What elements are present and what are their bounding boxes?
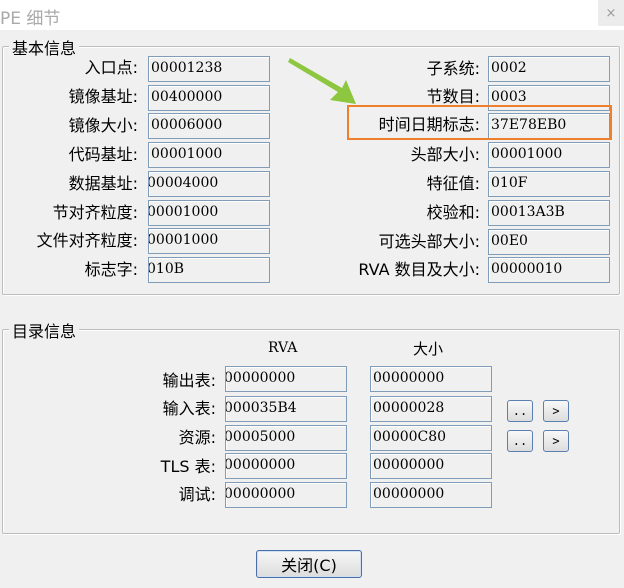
title-bar: PE 细节 × [0,0,624,30]
rva-count-label: RVA 数目及大小: [358,260,480,279]
debug-size-field[interactable]: 00000000 [370,482,492,508]
subsystem-field[interactable]: 0002 [488,56,610,82]
export-rva-field[interactable]: 00000000 [225,366,347,392]
code-base-label: 代码基址: [68,145,138,164]
resource-more-button[interactable]: .. [507,430,533,452]
data-base-label: 数据基址: [68,174,138,193]
pe-details-window: PE 细节 × 基本信息 入口点: 00001238 镜像基址: 0040000… [0,0,624,588]
image-base-field[interactable]: 00400000 [148,85,270,111]
directory-info-legend: 目录信息 [9,318,80,342]
export-size-field[interactable]: 00000000 [370,366,492,392]
file-alignment-field[interactable]: 00001000 [148,228,270,254]
import-table-label: 输入表: [162,399,216,418]
tls-rva-field[interactable]: 00000000 [225,453,347,479]
import-more-button[interactable]: .. [507,400,533,422]
arrow-shape [288,58,356,104]
resource-go-button[interactable]: > [543,430,569,452]
image-base-label: 镜像基址: [68,87,138,106]
export-table-label: 输出表: [162,371,216,390]
resource-rva-field[interactable]: 00005000 [225,425,347,451]
rva-count-field[interactable]: 00000010 [488,257,610,283]
checksum-field[interactable]: 00013A3B [488,200,610,226]
subsystem-label: 子系统: [426,59,480,78]
annotation-arrow [288,58,356,104]
magic-label: 标志字: [84,260,138,279]
tls-table-label: TLS 表: [160,457,216,476]
optional-header-size-field[interactable]: 00E0 [488,229,610,255]
section-alignment-label: 节对齐粒度: [52,203,138,222]
characteristics-field[interactable]: 010F [488,171,610,197]
image-size-label: 镜像大小: [68,116,138,135]
import-go-button[interactable]: > [543,400,569,422]
code-base-field[interactable]: 00001000 [148,142,270,168]
size-column-header: 大小 [413,340,444,358]
close-button[interactable]: 关闭(C) [256,550,362,578]
debug-rva-field[interactable]: 00000000 [225,482,347,508]
resource-size-field[interactable]: 00000C80 [370,425,492,451]
data-base-field[interactable]: 00004000 [148,171,270,197]
resource-label: 资源: [178,428,216,447]
file-alignment-label: 文件对齐粒度: [36,231,138,250]
debug-label: 调试: [178,485,216,504]
timestamp-highlight-box [347,105,612,140]
image-size-field[interactable]: 00006000 [148,113,270,139]
optional-header-size-label: 可选头部大小: [378,232,480,251]
header-size-label: 头部大小: [410,145,480,164]
checksum-label: 校验和: [426,203,480,222]
window-close-icon[interactable]: × [598,0,624,26]
import-size-field[interactable]: 00000028 [370,396,492,422]
magic-field[interactable]: 010B [148,257,270,283]
basic-info-legend: 基本信息 [9,35,80,59]
rva-column-header: RVA [268,340,298,356]
entry-point-label: 入口点: [84,58,138,77]
section-alignment-field[interactable]: 00001000 [148,200,270,226]
tls-size-field[interactable]: 00000000 [370,453,492,479]
header-size-field[interactable]: 00001000 [488,142,610,168]
window-title: PE 细节 [0,9,61,29]
entry-point-field[interactable]: 00001238 [148,56,270,82]
import-rva-field[interactable]: 000035B4 [225,396,347,422]
characteristics-label: 特征值: [426,174,480,193]
